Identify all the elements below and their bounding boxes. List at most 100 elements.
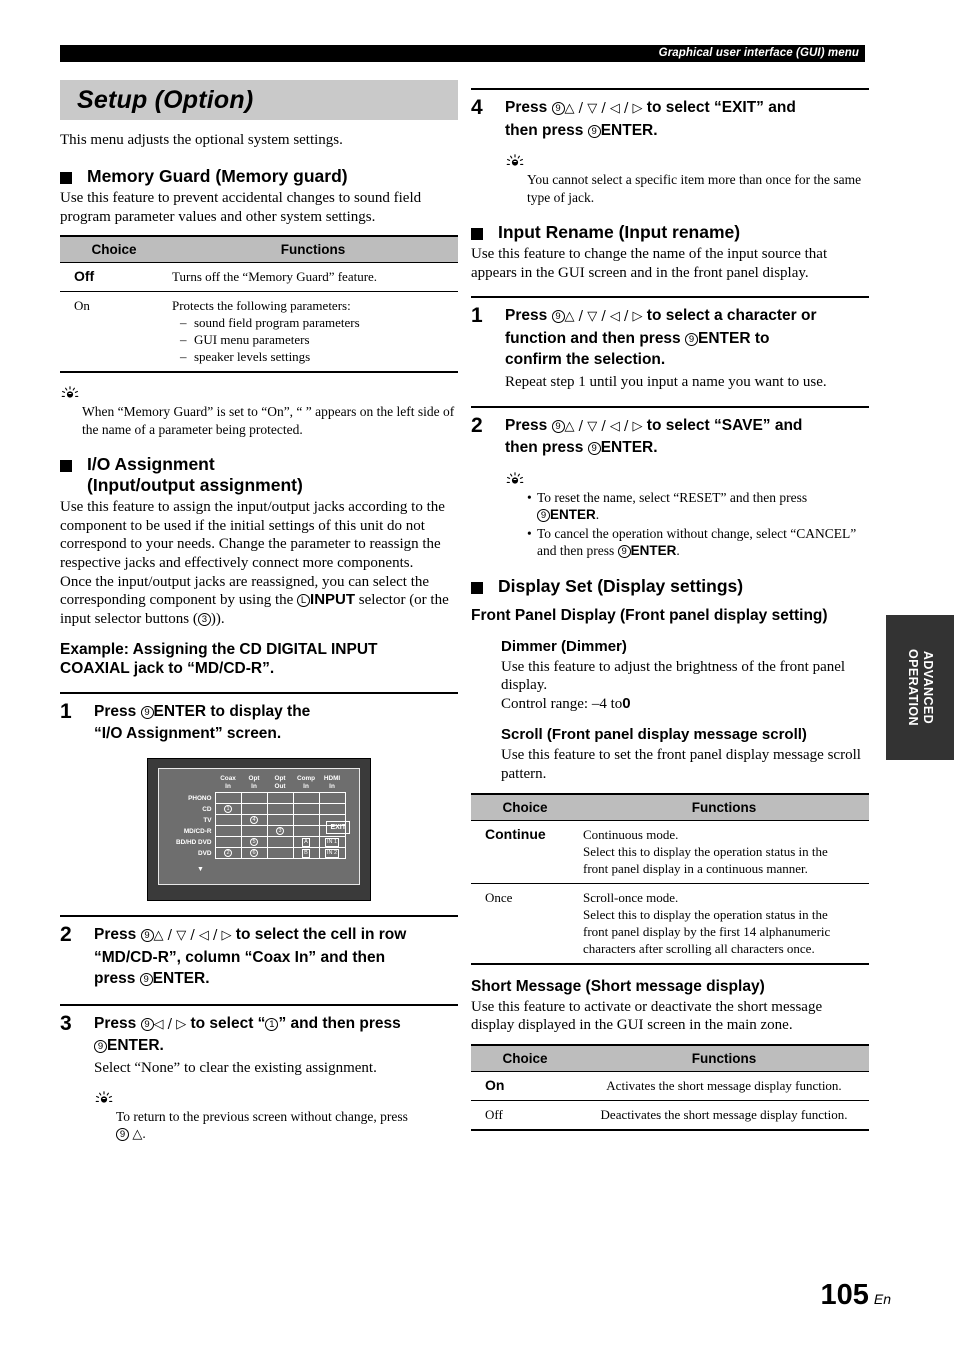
remote-key-circle-icon: 9 xyxy=(94,1040,107,1054)
front-panel-display-heading: Front Panel Display (Front panel display… xyxy=(471,606,828,624)
grid-cell[interactable]: 2 xyxy=(214,847,242,860)
grid-row-tv[interactable]: TV 4 xyxy=(175,814,346,827)
remote-key-circle-icon: 9 xyxy=(140,706,154,720)
step-post: to select “ xyxy=(186,1014,266,1032)
control-range-mid: to xyxy=(606,695,623,712)
remote-key-circle-icon: 9 xyxy=(116,1128,129,1142)
side-tab-line2: OPERATION xyxy=(906,649,920,726)
remote-key-circle-icon: 9 xyxy=(551,102,565,115)
grid-cell[interactable] xyxy=(292,814,320,827)
grid-row-phono[interactable]: PHONO xyxy=(175,792,346,805)
grid-cell[interactable] xyxy=(318,803,346,816)
cell-line: Select this to display the operation sta… xyxy=(583,843,828,859)
grid-cell[interactable] xyxy=(266,814,294,827)
grid-cell[interactable] xyxy=(214,836,242,849)
step-4: 4 Press 9 △ / ▽ / ◁ / ▷ to select “EXIT” … xyxy=(471,88,869,206)
dimmer-control-range: Control range: –4 to0 xyxy=(501,695,869,714)
cell-choice: Continue xyxy=(471,819,579,884)
grid-cell[interactable] xyxy=(214,814,242,827)
grid-cell[interactable] xyxy=(214,792,242,805)
grid-cell[interactable] xyxy=(292,792,320,805)
assignment-marker-2: 2 xyxy=(224,849,233,858)
io-body2-input: INPUT xyxy=(310,591,356,609)
page-title: Setup (Option) xyxy=(77,85,254,114)
cell-choice: Once xyxy=(471,882,579,964)
enter-key-label: ENTER. xyxy=(107,1037,164,1055)
table-bottom-rule xyxy=(471,1128,869,1132)
step-1: 1 Press 9 ENTER to display the “I/O Assig… xyxy=(60,692,458,902)
io-assignment-grid: Coax In Opt In Opt Out Comp In HDMI In P… xyxy=(175,775,346,860)
step-line1: Press 9 ◁ / ▷ to select “1” and then pres… xyxy=(94,1013,401,1036)
grid-cell[interactable] xyxy=(266,792,294,805)
step-post: to select the cell in row xyxy=(231,926,407,944)
cell-line: characters after scrolling all character… xyxy=(583,940,815,956)
cell-function: Continuous mode. Select this to display … xyxy=(579,819,869,884)
grid-cell[interactable]: 6 xyxy=(240,847,268,860)
remote-key-circle-icon: 9 xyxy=(140,1017,154,1031)
grid-cell[interactable]: A xyxy=(292,836,320,849)
step-text: Press 9 △ / ▽ / ◁ / ▷ to select a charact… xyxy=(505,305,817,371)
grid-cell[interactable] xyxy=(266,803,294,816)
remote-key-circle-icon: 9 xyxy=(551,419,565,433)
tip-bulb-icon xyxy=(506,154,524,166)
intro-paragraph: This menu adjusts the optional system se… xyxy=(60,132,343,148)
step-3: 3 Press 9 ◁ / ▷ to select “1” and then pr… xyxy=(60,1003,458,1144)
grid-cell[interactable] xyxy=(240,792,268,805)
table-header-row: Choice Functions xyxy=(471,792,869,821)
grid-cell[interactable] xyxy=(292,803,320,816)
step-line2: function and then press 9 ENTER to xyxy=(505,328,817,350)
grid-cell[interactable] xyxy=(292,825,320,838)
table-row: On Protects the following parameters: so… xyxy=(60,291,458,373)
step-pre: Press xyxy=(505,307,552,325)
grid-cell[interactable]: B xyxy=(292,847,320,860)
io-body2-end: )). xyxy=(210,610,225,627)
grid-row-cd[interactable]: CD 1 xyxy=(175,803,346,816)
tip-post: . xyxy=(676,543,680,559)
step-number: 1 xyxy=(471,304,483,328)
step-text: Press 9 △ / ▽ / ◁ / ▷ to select “SAVE” an… xyxy=(505,415,802,459)
page-footer: 105 En xyxy=(820,1279,891,1312)
grid-cell[interactable] xyxy=(266,847,294,860)
gui-exit-button[interactable]: EXIT xyxy=(326,821,350,835)
cell-choice: Off xyxy=(471,1099,579,1130)
grid-cell[interactable]: 5 xyxy=(240,836,268,849)
step-end: ” and then press xyxy=(278,1014,401,1032)
memory-guard-heading-text: Memory Guard (Memory guard) xyxy=(87,166,348,186)
grid-cell[interactable] xyxy=(266,836,294,849)
col-line2: In xyxy=(303,782,309,790)
memory-guard-body: Use this feature to prevent accidental c… xyxy=(60,190,422,225)
step-line1: Press 9 △ / ▽ / ◁ / ▷ to select “EXIT” an… xyxy=(505,97,796,120)
cursor-arrows-icon: △ / ▽ / ◁ / ▷ xyxy=(564,418,643,434)
assignment-marker-1: 1 xyxy=(224,805,233,814)
grid-cell[interactable]: 4 xyxy=(240,814,268,827)
grid-cell[interactable] xyxy=(240,825,268,838)
col-line1: Opt xyxy=(274,775,286,783)
step-pre: function and then press xyxy=(505,329,685,347)
cursor-arrows-icon: △ / ▽ / ◁ / ▷ xyxy=(153,928,232,944)
grid-cell[interactable]: IN 1 xyxy=(318,836,346,849)
grid-row-dvd[interactable]: DVD 2 6 B IN 2 xyxy=(175,847,346,860)
step-number: 3 xyxy=(60,1011,72,1035)
tip-bulb-icon xyxy=(61,386,79,398)
remote-key-circle-icon: 9 xyxy=(551,310,565,324)
step-4-tip: You cannot select a specific item more t… xyxy=(505,154,869,206)
step-pre: Press xyxy=(94,926,141,944)
grid-cell[interactable]: 3 xyxy=(266,825,294,838)
page-language: En xyxy=(873,1291,891,1307)
enter-key-label: ENTER. xyxy=(600,439,658,457)
tip-line2: 9 △. xyxy=(116,1125,458,1144)
step-post: to xyxy=(750,329,770,347)
square-bullet-icon xyxy=(60,172,72,184)
grid-row-md-cdr[interactable]: MD/CD-R 3 xyxy=(175,825,346,838)
grid-cell[interactable]: 1 xyxy=(214,803,242,816)
table-header-row: Choice Functions xyxy=(60,235,458,263)
tip-pre: To cancel the operation without change, … xyxy=(537,525,857,559)
scroll-down-arrow-icon[interactable]: ▼ xyxy=(197,866,204,873)
remote-key-circle-icon: 9 xyxy=(617,545,631,559)
grid-cell[interactable] xyxy=(240,803,268,816)
grid-cell[interactable] xyxy=(318,792,346,805)
cell-line: Scroll-once mode. xyxy=(583,889,679,905)
grid-cell[interactable] xyxy=(214,825,242,838)
grid-row-bd-hd-dvd[interactable]: BD/HD DVD 5 A IN 1 xyxy=(175,836,346,849)
grid-cell[interactable]: IN 2 xyxy=(318,847,346,860)
